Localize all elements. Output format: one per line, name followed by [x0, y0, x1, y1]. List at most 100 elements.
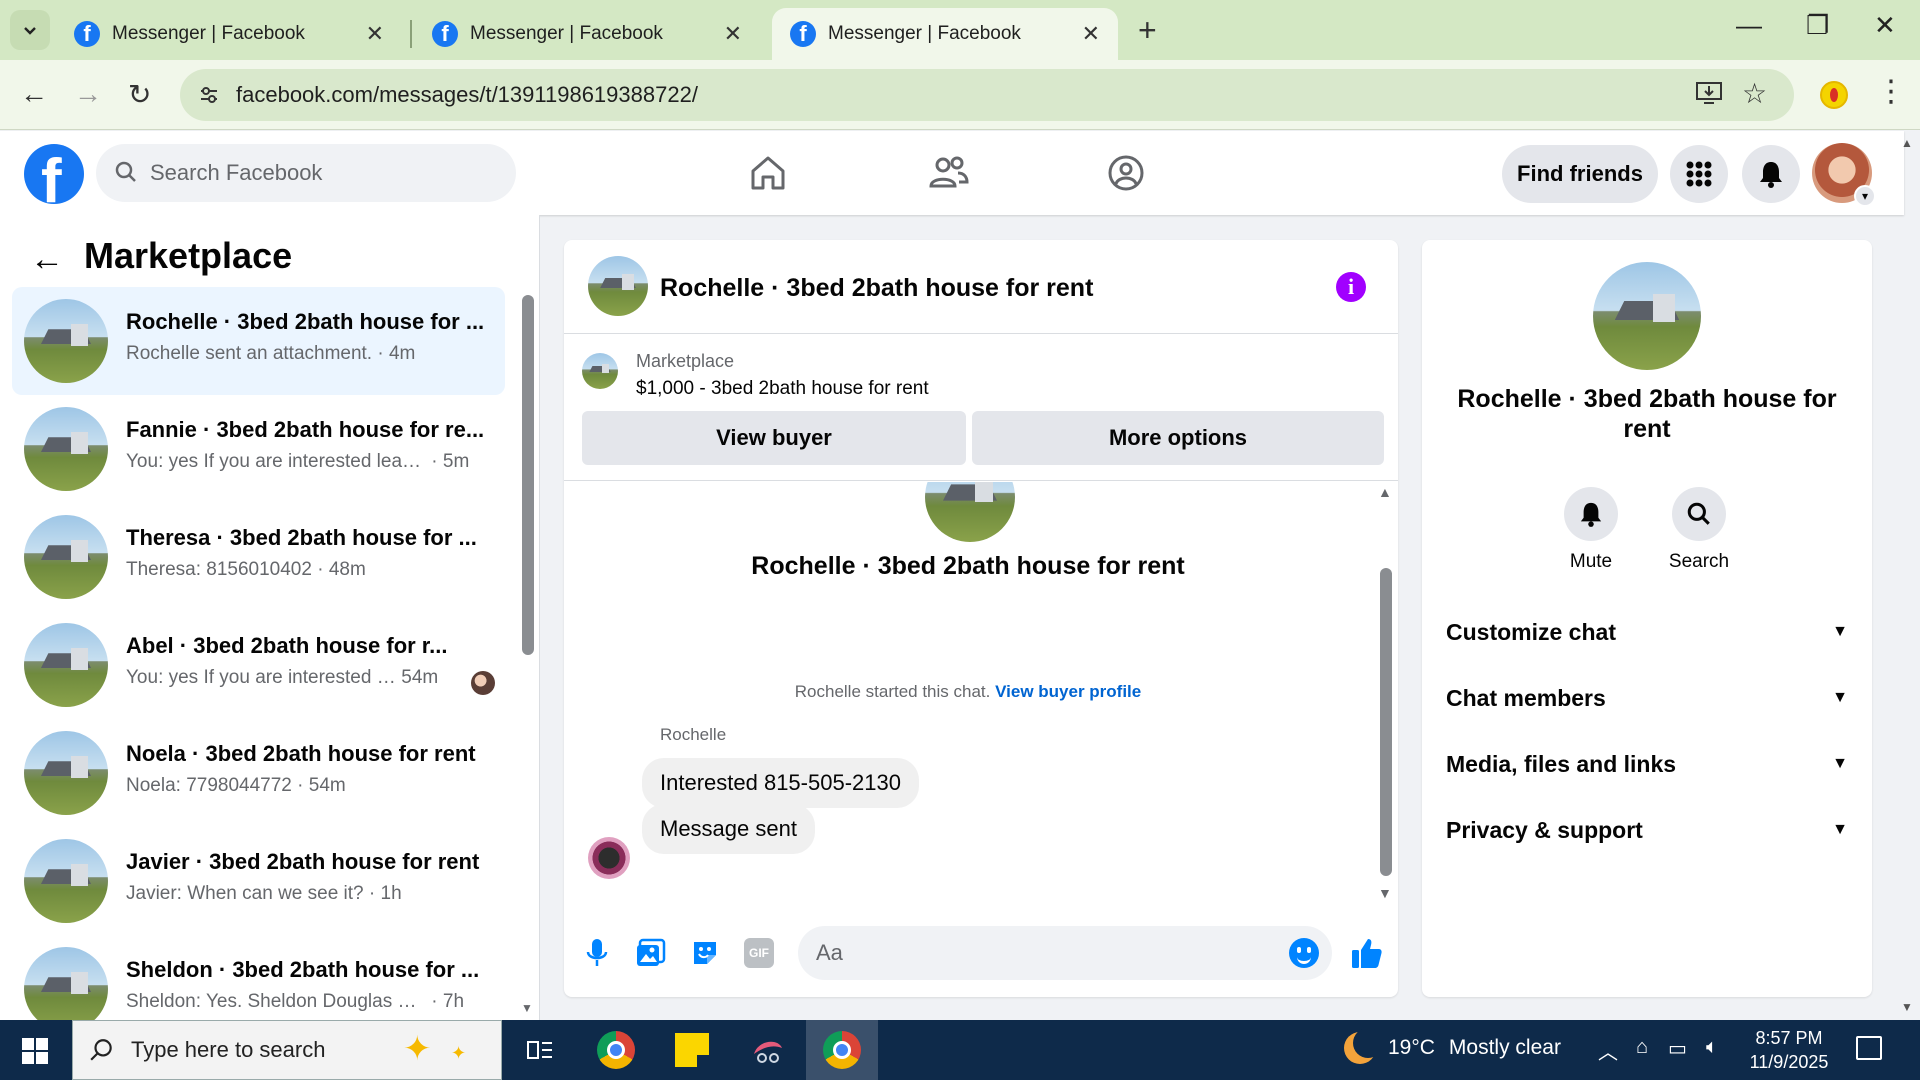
- reload-icon[interactable]: ↻: [128, 78, 151, 111]
- sticker-icon[interactable]: [690, 938, 720, 968]
- clock-date: 11/9/2025: [1749, 1052, 1829, 1072]
- restore-icon[interactable]: ❐: [1806, 10, 1829, 41]
- mute-circle[interactable]: [1564, 487, 1618, 541]
- home-icon[interactable]: [748, 153, 788, 193]
- page-scroll-down-icon[interactable]: ▼: [1901, 1000, 1913, 1014]
- microphone-icon[interactable]: [586, 938, 608, 968]
- chat-time: 5m: [442, 451, 470, 472]
- message-bubble[interactable]: Message sent: [642, 804, 815, 854]
- mute-button[interactable]: Mute: [1546, 487, 1636, 573]
- view-buyer-button[interactable]: View buyer: [582, 411, 966, 465]
- chevron-down-icon[interactable]: ▾: [1854, 185, 1876, 207]
- back-arrow-icon[interactable]: ←: [20, 78, 48, 110]
- windows-start-icon[interactable]: [22, 1038, 48, 1064]
- chat-list-panel: ← Marketplace Rochelle · 3bed 2bath hous…: [0, 215, 540, 1020]
- volume-icon[interactable]: 🔈︎: [1706, 1036, 1718, 1059]
- network-icon[interactable]: ▭: [1668, 1036, 1687, 1061]
- facebook-search-box[interactable]: [96, 144, 516, 202]
- message-bubble[interactable]: Interested 815-505-2130: [642, 758, 919, 808]
- menu-grid-button[interactable]: [1670, 145, 1728, 203]
- privacy-support-section[interactable]: Privacy & support ▼: [1446, 810, 1848, 850]
- bookmark-star-icon[interactable]: ☆: [1742, 77, 1767, 110]
- scroll-up-arrow-icon[interactable]: ▲: [1378, 484, 1392, 500]
- thumbs-up-icon[interactable]: [1350, 936, 1384, 970]
- tab-search-dropdown-button[interactable]: [10, 10, 50, 50]
- chat-list-item[interactable]: Abel · 3bed 2bath house for r... You: ye…: [12, 611, 505, 719]
- show-hidden-icons-chevron-icon[interactable]: ︿: [1598, 1036, 1618, 1065]
- search-circle[interactable]: [1672, 487, 1726, 541]
- new-tab-button[interactable]: +: [1138, 12, 1157, 49]
- search-icon: [1687, 502, 1710, 525]
- message-input[interactable]: [816, 926, 1256, 980]
- chat-members-section[interactable]: Chat members ▼: [1446, 678, 1848, 718]
- chat-list-item[interactable]: Sheldon · 3bed 2bath house for ... Sheld…: [12, 935, 505, 1020]
- address-bar[interactable]: facebook.com/messages/t/1391198619388722…: [180, 69, 1794, 121]
- install-app-icon[interactable]: [1696, 81, 1722, 112]
- window-close-icon[interactable]: ✕: [1874, 10, 1896, 41]
- snipping-tool-taskbar-icon[interactable]: [732, 1020, 804, 1080]
- browser-tab-1[interactable]: f Messenger | Facebook ✕: [56, 8, 402, 60]
- more-options-button[interactable]: More options: [972, 411, 1384, 465]
- notifications-button[interactable]: [1742, 145, 1800, 203]
- back-arrow-icon[interactable]: ←: [30, 240, 64, 279]
- tab-close-icon[interactable]: ✕: [724, 21, 742, 47]
- chat-list-item[interactable]: Javier · 3bed 2bath house for rent Javie…: [12, 827, 505, 935]
- view-buyer-profile-link[interactable]: View buyer profile: [995, 682, 1141, 701]
- scroll-down-arrow-icon[interactable]: ▼: [521, 1001, 533, 1015]
- message-sender-name: Rochelle: [660, 725, 727, 744]
- tab-close-icon[interactable]: ✕: [1082, 21, 1100, 47]
- sticky-notes-taskbar-icon[interactable]: [656, 1020, 728, 1080]
- sender-avatar[interactable]: [588, 837, 630, 879]
- find-friends-button[interactable]: Find friends: [1502, 145, 1658, 203]
- extension-icon[interactable]: [1820, 81, 1848, 109]
- chat-list-item[interactable]: Fannie · 3bed 2bath house for re... You:…: [12, 395, 505, 503]
- chrome-active-taskbar-icon[interactable]: [806, 1020, 878, 1080]
- listing-title[interactable]: $1,000 - 3bed 2bath house for rent: [636, 378, 929, 400]
- browser-menu-icon[interactable]: ⋮: [1876, 74, 1906, 109]
- page-scroll-up-icon[interactable]: ▲: [1901, 136, 1913, 150]
- facebook-logo[interactable]: f: [24, 144, 84, 204]
- system-clock[interactable]: 8:57 PM 11/9/2025: [1736, 1026, 1842, 1074]
- notification-center-icon[interactable]: [1856, 1036, 1882, 1060]
- groups-icon[interactable]: [1106, 153, 1146, 193]
- chat-snippet: Javier: When can we see it?: [126, 883, 364, 904]
- minimize-icon[interactable]: —: [1736, 10, 1762, 41]
- photo-icon[interactable]: [636, 938, 666, 968]
- browser-tab-3-active[interactable]: f Messenger | Facebook ✕: [772, 8, 1118, 60]
- weather-widget[interactable]: 19°C Mostly clear: [1344, 1028, 1561, 1064]
- scroll-down-arrow-icon[interactable]: ▼: [1378, 885, 1392, 901]
- gif-icon[interactable]: GIF: [744, 938, 774, 968]
- taskbar-search-box[interactable]: ✦ ✦: [72, 1020, 502, 1080]
- browser-tab-2[interactable]: f Messenger | Facebook ✕: [414, 8, 760, 60]
- chrome-taskbar-icon[interactable]: [580, 1020, 652, 1080]
- started-text: Rochelle started this chat.: [794, 682, 991, 701]
- customize-chat-section[interactable]: Customize chat ▼: [1446, 612, 1848, 652]
- message-input-box[interactable]: [798, 926, 1332, 980]
- chat-list-scrollbar[interactable]: [522, 295, 534, 655]
- media-files-links-section[interactable]: Media, files and links ▼: [1446, 744, 1848, 784]
- account-avatar[interactable]: ▾: [1812, 143, 1876, 207]
- forward-arrow-icon[interactable]: →: [74, 78, 102, 110]
- message-scrollbar[interactable]: [1380, 568, 1392, 876]
- details-title: Rochelle · 3bed 2bath house for rent: [1457, 385, 1837, 443]
- chat-time: 1h: [380, 883, 402, 904]
- snipping-tool-icon: [754, 1041, 782, 1063]
- friends-icon[interactable]: [926, 153, 970, 193]
- site-info-icon[interactable]: [194, 80, 224, 110]
- chat-snippet: Rochelle sent an attachment.: [126, 343, 373, 364]
- tab-close-icon[interactable]: ✕: [366, 21, 384, 47]
- facebook-search-input[interactable]: [150, 144, 500, 202]
- chat-list-item[interactable]: Theresa · 3bed 2bath house for ... There…: [12, 503, 505, 611]
- task-view-icon[interactable]: [504, 1020, 576, 1080]
- chat-list-item[interactable]: Rochelle · 3bed 2bath house for ... Roch…: [12, 287, 505, 395]
- chat-started-notice: Rochelle started this chat. View buyer p…: [564, 682, 1372, 702]
- chat-list-item[interactable]: Noela · 3bed 2bath house for rent Noela:…: [12, 719, 505, 827]
- info-icon[interactable]: i: [1336, 272, 1366, 302]
- search-conversation-button[interactable]: Search: [1654, 487, 1744, 573]
- meet-now-icon[interactable]: ⌂: [1636, 1036, 1648, 1059]
- facebook-favicon-icon: f: [74, 21, 100, 47]
- emoji-icon[interactable]: [1289, 938, 1319, 968]
- conversation-title[interactable]: Rochelle · 3bed 2bath house for rent: [660, 274, 1093, 303]
- taskbar-search-input[interactable]: [131, 1021, 381, 1079]
- conversation-avatar[interactable]: [588, 256, 648, 316]
